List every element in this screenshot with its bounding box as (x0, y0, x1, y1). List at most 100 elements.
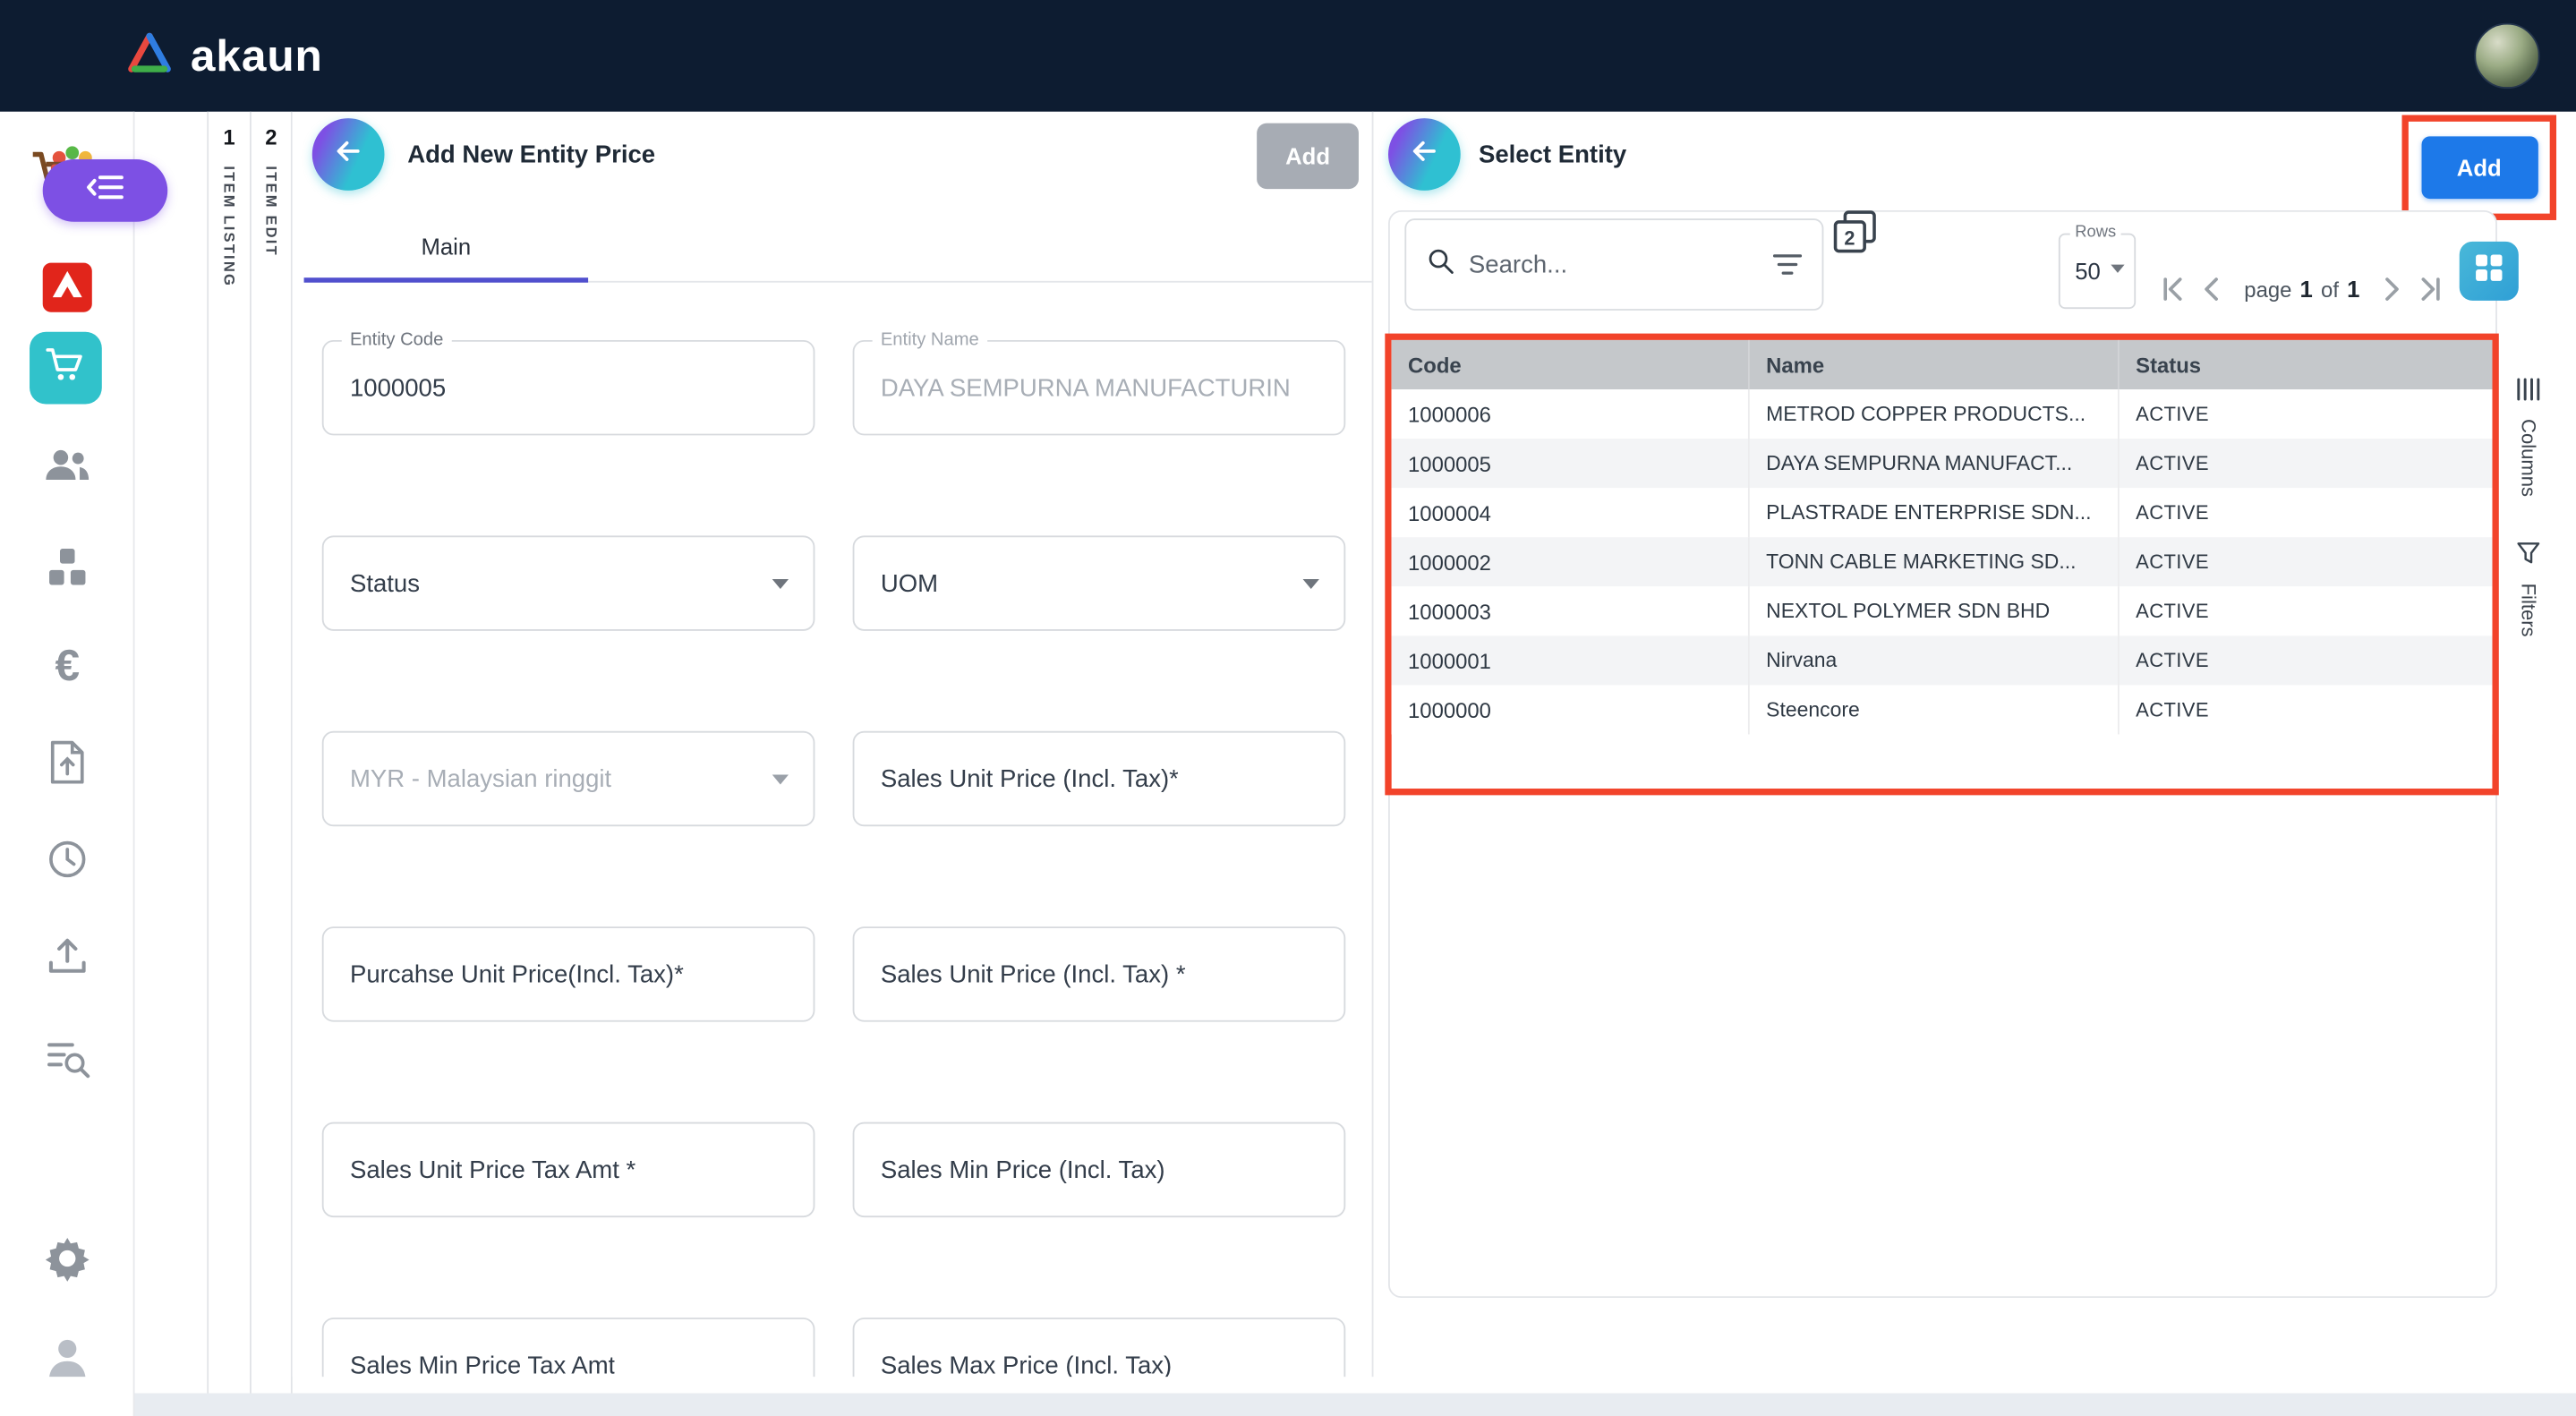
field-label: Sales Unit Price Tax Amt * (350, 1156, 635, 1183)
page-title: Add New Entity Price (407, 141, 655, 169)
sales-unit-price-incl-tax-field[interactable]: Sales Unit Price (Incl. Tax)* (853, 731, 1346, 826)
split-view-button[interactable]: 2 (1832, 209, 1878, 254)
field-label: Sales Unit Price (Incl. Tax)* (881, 764, 1179, 792)
search-input[interactable] (1469, 251, 1760, 278)
rows-label: Rows (2070, 222, 2121, 245)
funnel-icon (2517, 542, 2540, 574)
cell-status: ACTIVE (2120, 685, 2493, 734)
sales-unit-price-tax-amt-field[interactable]: Sales Unit Price Tax Amt * (322, 1122, 815, 1217)
next-page-button[interactable] (2378, 276, 2404, 302)
entity-code-field[interactable]: Entity Code 1000005 (322, 340, 815, 435)
upload-icon (46, 936, 89, 984)
entity-table: Code Name Status 1000006 METROD COPPER P… (1392, 340, 2493, 735)
search-bar (1404, 218, 1823, 311)
field-value: MYR - Malaysian ringgit (350, 764, 611, 792)
filters-button[interactable]: Filters (2507, 542, 2550, 637)
sidebar-item-settings[interactable] (0, 1235, 135, 1290)
tab-main[interactable]: Main (304, 214, 589, 283)
cell-name: TONN CABLE MARKETING SD... (1750, 537, 2120, 586)
field-value: DAYA SEMPURNA MANUFACTURIN (881, 374, 1291, 402)
select-entity-panel: Select Entity Add 2 (1373, 112, 2576, 1394)
sidebar-item-documents[interactable] (0, 739, 135, 794)
rows-value: 50 (2075, 258, 2101, 284)
cell-name: NEXTOL POLYMER SDN BHD (1750, 586, 2120, 635)
vertical-tab-item-edit[interactable]: 2 ITEM EDIT (250, 112, 293, 1394)
euro-icon: € (55, 641, 80, 692)
sidebar-item-account[interactable] (0, 1334, 135, 1388)
back-button[interactable] (312, 118, 385, 191)
annotation-entity-table: Code Name Status 1000006 METROD COPPER P… (1385, 334, 2498, 796)
cell-status: ACTIVE (2120, 537, 2493, 586)
prev-page-button[interactable] (2200, 276, 2226, 302)
columns-label: Columns (2517, 419, 2540, 497)
filter-list-icon[interactable] (1773, 253, 1803, 277)
rows-per-page-select[interactable]: Rows 50 (2059, 234, 2136, 309)
table-row[interactable]: 1000005 DAYA SEMPURNA MANUFACT... ACTIVE (1392, 439, 2493, 488)
cell-status: ACTIVE (2120, 586, 2493, 635)
purchase-unit-price-field[interactable]: Purcahse Unit Price(Incl. Tax)* (322, 926, 815, 1021)
cell-code: 1000003 (1392, 586, 1750, 635)
arrow-left-icon (1408, 134, 1441, 175)
app-window: akaun (0, 0, 2576, 1416)
sales-min-price-tax-amt-field[interactable]: Sales Min Price Tax Amt (322, 1318, 815, 1377)
sales-max-price-field[interactable]: Sales Max Price (Incl. Tax) (853, 1318, 1346, 1377)
sales-min-price-field[interactable]: Sales Min Price (Incl. Tax) (853, 1122, 1346, 1217)
user-avatar[interactable] (2474, 23, 2539, 89)
page-indicator: page 1 of 1 (2244, 276, 2359, 302)
annotation-add-button: Add (2402, 115, 2557, 219)
cell-code: 1000002 (1392, 537, 1750, 586)
cell-status: ACTIVE (2120, 488, 2493, 537)
column-header-status[interactable]: Status (2120, 340, 2493, 389)
page-title: Select Entity (1479, 141, 1626, 169)
add-button-disabled[interactable]: Add (1257, 124, 1359, 189)
cell-code: 1000004 (1392, 488, 1750, 537)
vertical-tab-item-listing[interactable]: 1 ITEM LISTING (207, 112, 250, 1394)
sidebar-item-pdf[interactable] (43, 263, 92, 312)
cell-name: Nirvana (1750, 635, 2120, 685)
table-row[interactable]: 1000004 PLASTRADE ENTERPRISE SDN... ACTI… (1392, 488, 2493, 537)
field-label: Purcahse Unit Price(Incl. Tax)* (350, 960, 684, 988)
table-row[interactable]: 1000002 TONN CABLE MARKETING SD... ACTIV… (1392, 537, 2493, 586)
menu-collapse-icon (85, 172, 124, 209)
last-page-button[interactable] (2419, 276, 2445, 302)
sidebar-item-products[interactable] (0, 545, 135, 596)
chevron-down-icon (1301, 569, 1321, 597)
sidebar-item-pos-active[interactable] (30, 332, 102, 405)
sales-unit-price-incl-tax-field-2[interactable]: Sales Unit Price (Incl. Tax) * (853, 926, 1346, 1021)
table-row[interactable]: 1000006 METROD COPPER PRODUCTS... ACTIVE (1392, 389, 2493, 439)
status-select[interactable]: Status (322, 535, 815, 630)
field-label: Sales Min Price (Incl. Tax) (881, 1156, 1165, 1183)
horizontal-scrollbar[interactable] (135, 1394, 2576, 1416)
column-header-code[interactable]: Code (1392, 340, 1750, 389)
cell-status: ACTIVE (2120, 439, 2493, 488)
field-label: Entity Code (342, 328, 452, 352)
entity-name-field: Entity Name DAYA SEMPURNA MANUFACTURIN (853, 340, 1346, 435)
table-row[interactable]: 1000003 NEXTOL POLYMER SDN BHD ACTIVE (1392, 586, 2493, 635)
people-icon (43, 447, 92, 491)
cell-name: PLASTRADE ENTERPRISE SDN... (1750, 488, 2120, 537)
uom-select[interactable]: UOM (853, 535, 1346, 630)
back-button[interactable] (1388, 118, 1461, 191)
entity-price-panel: Add New Entity Price Add Main Entity Cod… (293, 112, 1374, 1377)
table-row[interactable]: 1000000 Steencore ACTIVE (1392, 685, 2493, 734)
sidebar-item-audit[interactable] (0, 1038, 135, 1088)
column-header-name[interactable]: Name (1750, 340, 2120, 389)
sidebar-item-currency[interactable]: € (0, 641, 135, 692)
cell-name: DAYA SEMPURNA MANUFACT... (1750, 439, 2120, 488)
columns-icon (2515, 378, 2541, 409)
tab-number: 2 (265, 124, 277, 149)
sidebar-item-upload[interactable] (0, 936, 135, 984)
cell-name: Steencore (1750, 685, 2120, 734)
sidebar-item-contacts[interactable] (0, 447, 135, 491)
table-row[interactable]: 1000001 Nirvana ACTIVE (1392, 635, 2493, 685)
sidebar-item-history[interactable] (0, 838, 135, 889)
field-label: Sales Unit Price (Incl. Tax) * (881, 960, 1186, 988)
sidebar-collapse-button[interactable] (43, 159, 167, 222)
tab-label: ITEM LISTING (221, 166, 237, 287)
grid-view-button[interactable] (2460, 242, 2519, 301)
split-view-count: 2 (1844, 227, 1855, 250)
first-page-button[interactable] (2159, 276, 2185, 302)
brand-logo[interactable]: akaun (124, 30, 322, 81)
columns-button[interactable]: Columns (2507, 378, 2550, 497)
add-button[interactable]: Add (2421, 136, 2538, 199)
